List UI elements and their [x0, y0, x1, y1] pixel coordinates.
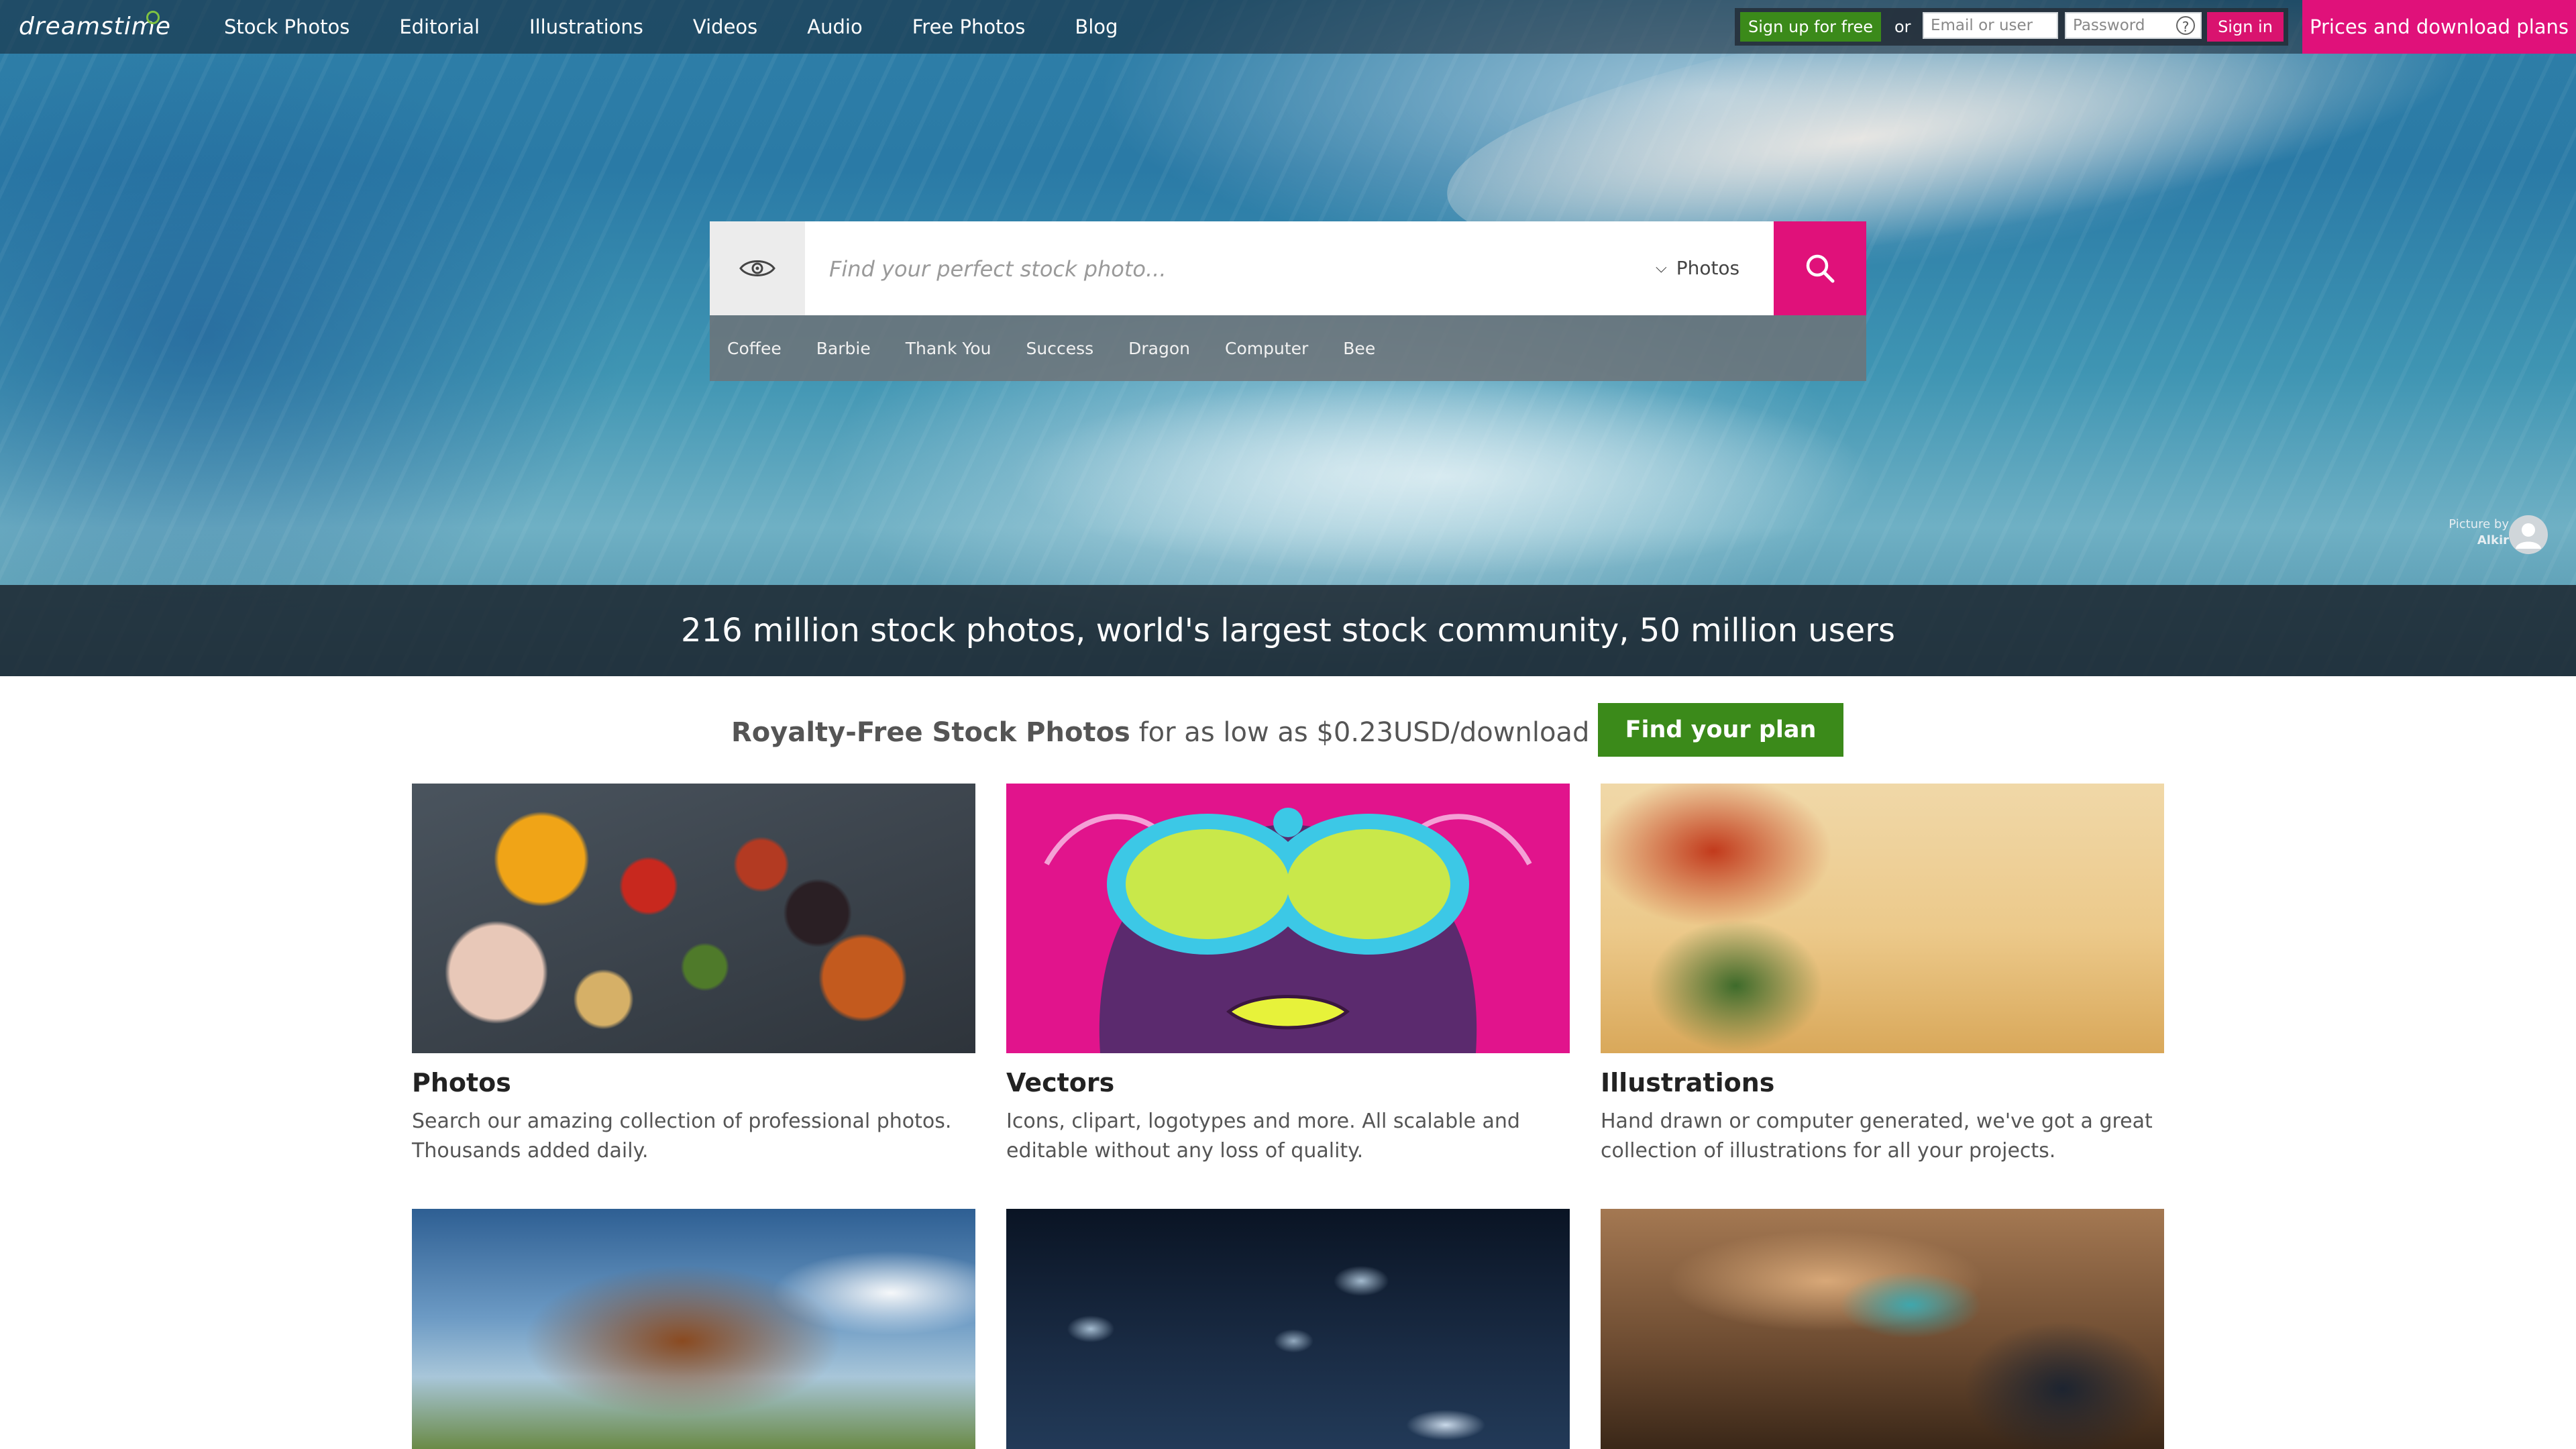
- category-image[interactable]: [412, 784, 975, 1053]
- picture-credit: Picture by Alkir: [2402, 517, 2509, 549]
- pricing-plans-button[interactable]: Prices and download plans: [2302, 0, 2576, 54]
- category-card-videos[interactable]: [1006, 1209, 1570, 1449]
- signin-button[interactable]: Sign in: [2207, 12, 2284, 42]
- category-card-editorial[interactable]: [412, 1209, 975, 1449]
- category-image[interactable]: [1601, 1209, 2164, 1449]
- nav-item-free-photos[interactable]: Free Photos: [912, 15, 1026, 38]
- category-title[interactable]: Photos: [412, 1068, 975, 1097]
- tag-link[interactable]: Bee: [1343, 339, 1375, 358]
- chevron-down-icon: ⌵: [1656, 260, 1667, 276]
- credit-prefix: Picture by: [2449, 517, 2509, 531]
- tag-link[interactable]: Barbie: [816, 339, 871, 358]
- vector-art-image: [1044, 808, 1532, 1053]
- category-description: Icons, clipart, logotypes and more. All …: [1006, 1110, 1520, 1163]
- search-bar: ⌵ Photos: [710, 221, 1866, 315]
- category-card-audio[interactable]: [1601, 1209, 2164, 1449]
- category-image[interactable]: [1601, 784, 2164, 1053]
- tag-link[interactable]: Dragon: [1128, 339, 1190, 358]
- credit-author[interactable]: Alkir: [2402, 533, 2509, 549]
- user-icon: [2516, 523, 2541, 549]
- media-type-select[interactable]: ⌵ Photos: [1656, 248, 1739, 288]
- promo-text: Royalty-Free Stock Photos for as low as …: [731, 706, 1687, 759]
- nav-item-editorial[interactable]: Editorial: [399, 15, 480, 38]
- category-image[interactable]: [1006, 784, 1570, 1053]
- nav-item-audio[interactable]: Audio: [807, 15, 862, 38]
- hero-dress-highlight: [1006, 376, 1878, 577]
- nav-item-blog[interactable]: Blog: [1075, 15, 1118, 38]
- visual-search-button[interactable]: [710, 221, 805, 315]
- tag-link[interactable]: Success: [1026, 339, 1094, 358]
- category-card-illustrations[interactable]: Illustrations Hand drawn or computer gen…: [1601, 784, 2164, 1166]
- media-type-label: Photos: [1676, 257, 1740, 279]
- category-image[interactable]: [412, 1209, 975, 1449]
- avatar[interactable]: [2509, 515, 2548, 554]
- tag-link[interactable]: Coffee: [727, 339, 782, 358]
- category-image[interactable]: [1006, 1209, 1570, 1449]
- eye-icon: [739, 260, 775, 276]
- help-icon[interactable]: ?: [2176, 16, 2195, 35]
- search-button[interactable]: [1774, 221, 1866, 315]
- popular-tags: Coffee Barbie Thank You Success Dragon C…: [710, 315, 1866, 381]
- category-card-vectors[interactable]: Vectors Icons, clipart, logotypes and mo…: [1006, 784, 1570, 1166]
- category-description: Hand drawn or computer generated, we've …: [1601, 1110, 2153, 1163]
- stats-banner: 216 million stock photos, world's larges…: [0, 585, 2576, 676]
- category-card-photos[interactable]: Photos Search our amazing collection of …: [412, 784, 975, 1166]
- nav-item-illustrations[interactable]: Illustrations: [529, 15, 643, 38]
- search-input[interactable]: [828, 248, 1662, 290]
- search-icon: [1806, 254, 1835, 283]
- signup-button[interactable]: Sign up for free: [1740, 12, 1881, 42]
- or-label: or: [1894, 17, 1911, 36]
- email-input[interactable]: [1923, 12, 2058, 39]
- logo-dot-icon: [146, 11, 160, 24]
- tag-link[interactable]: Thank You: [906, 339, 991, 358]
- category-title[interactable]: Vectors: [1006, 1068, 1570, 1097]
- promo-headline: Royalty-Free Stock Photos: [731, 717, 1130, 748]
- logo[interactable]: dreamstime: [19, 8, 171, 46]
- find-plan-button[interactable]: Find your plan: [1598, 703, 1843, 757]
- tag-link[interactable]: Computer: [1225, 339, 1308, 358]
- nav-item-stock-photos[interactable]: Stock Photos: [224, 15, 350, 38]
- nav-item-videos[interactable]: Videos: [693, 15, 757, 38]
- category-description: Search our amazing collection of profess…: [412, 1110, 952, 1163]
- category-title[interactable]: Illustrations: [1601, 1068, 2164, 1097]
- main-menu: Stock Photos Editorial Illustrations Vid…: [224, 0, 1167, 54]
